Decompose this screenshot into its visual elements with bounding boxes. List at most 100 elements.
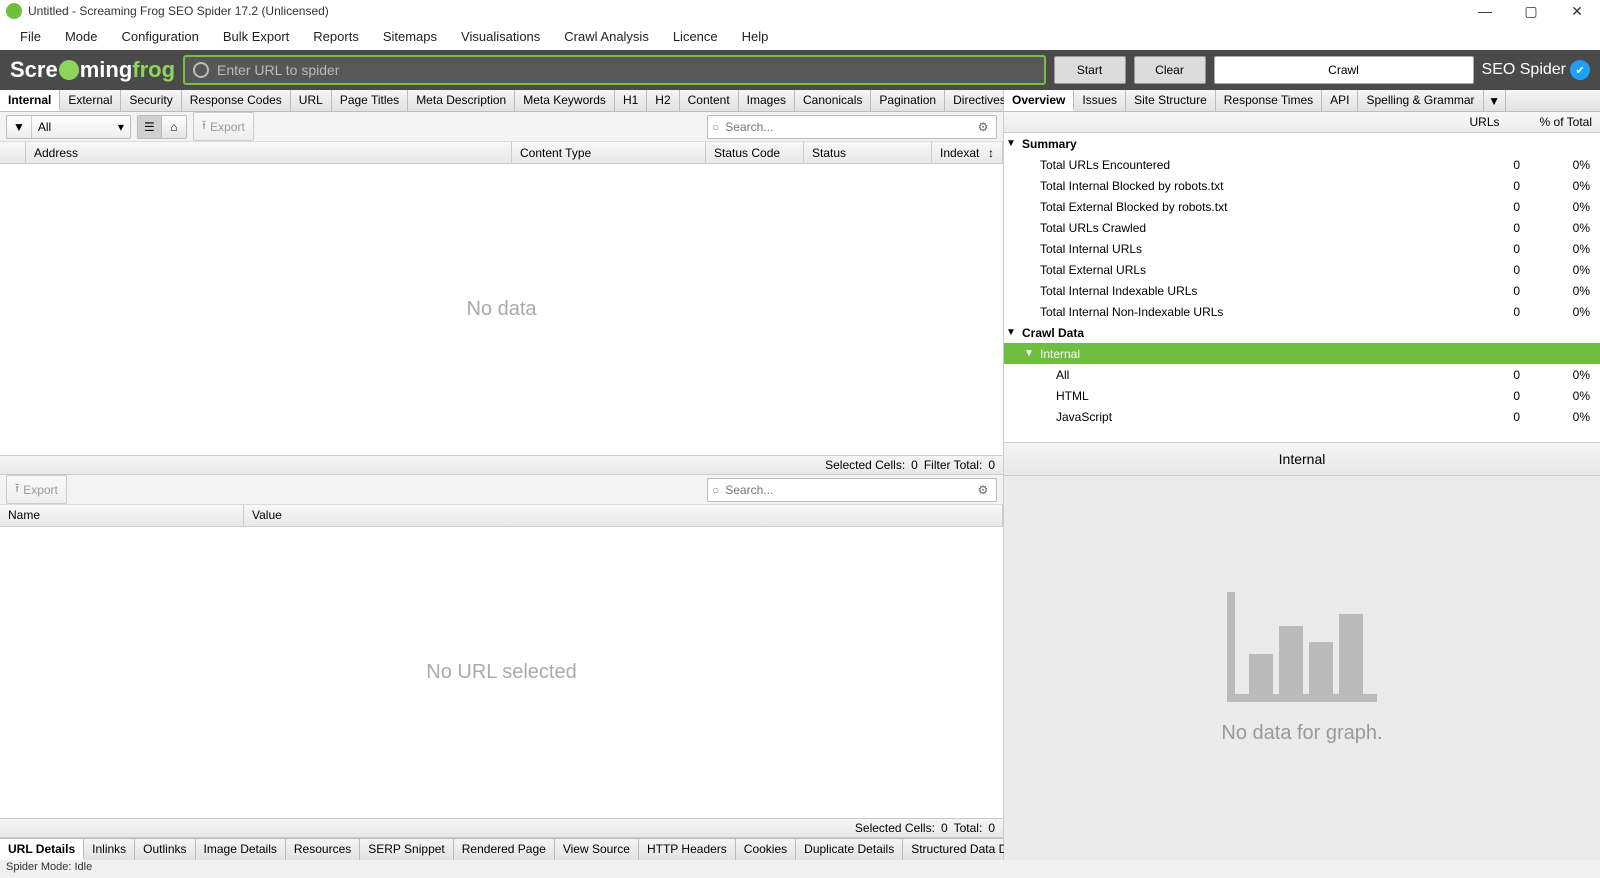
sort-icon: ↕ xyxy=(988,146,994,160)
url-input-box[interactable] xyxy=(183,55,1045,85)
export-icon: ⭱ xyxy=(202,116,206,137)
btab-image-details[interactable]: Image Details xyxy=(196,839,286,860)
main-table-body: No data xyxy=(0,164,1003,455)
twitter-icon[interactable]: ✔ xyxy=(1570,60,1590,80)
btab-duplicate-details[interactable]: Duplicate Details xyxy=(796,839,903,860)
tree-row[interactable]: Total External Blocked by robots.txt00% xyxy=(1004,196,1600,217)
menu-mode[interactable]: Mode xyxy=(53,25,110,48)
lower-statusline: Selected Cells:0 Total:0 xyxy=(0,818,1003,838)
main-statusline: Selected Cells:0 Filter Total:0 xyxy=(0,455,1003,475)
main-tabs: Internal External Security Response Code… xyxy=(0,90,1003,112)
tab-images[interactable]: Images xyxy=(739,90,795,111)
lower-filter-bar: ⭱ Export ○ ⚙ xyxy=(0,475,1003,505)
list-view-button[interactable]: ☰ xyxy=(138,116,162,138)
statusbar: Spider Mode: Idle xyxy=(0,860,1600,878)
clear-button[interactable]: Clear xyxy=(1134,56,1206,84)
tree-row[interactable]: Total Internal Indexable URLs00% xyxy=(1004,280,1600,301)
rtab-site-structure[interactable]: Site Structure xyxy=(1126,90,1216,111)
menu-file[interactable]: File xyxy=(8,25,53,48)
rtab-overflow[interactable]: ▼ xyxy=(1484,90,1506,111)
tab-h2[interactable]: H2 xyxy=(647,90,679,111)
rtab-spelling[interactable]: Spelling & Grammar xyxy=(1358,90,1483,111)
btab-view-source[interactable]: View Source xyxy=(555,839,639,860)
tab-pagination[interactable]: Pagination xyxy=(871,90,945,111)
tree-view-button[interactable]: ⌂ xyxy=(162,116,186,138)
lower-search-input[interactable] xyxy=(721,483,974,497)
tree-row[interactable]: ▼Crawl Data xyxy=(1004,322,1600,343)
start-button[interactable]: Start xyxy=(1054,56,1126,84)
menu-help[interactable]: Help xyxy=(730,25,781,48)
btab-resources[interactable]: Resources xyxy=(286,839,360,860)
col-status[interactable]: Status xyxy=(804,142,932,163)
search-box[interactable]: ○ ⚙ xyxy=(707,115,997,139)
rtab-api[interactable]: API xyxy=(1322,90,1358,111)
col-indexability[interactable]: Indexat↕ xyxy=(932,142,1003,163)
btab-rendered-page[interactable]: Rendered Page xyxy=(454,839,555,860)
tab-meta-description[interactable]: Meta Description xyxy=(408,90,515,111)
btab-cookies[interactable]: Cookies xyxy=(736,839,796,860)
tab-external[interactable]: External xyxy=(60,90,121,111)
menu-configuration[interactable]: Configuration xyxy=(109,25,210,48)
col-address[interactable]: Address xyxy=(26,142,512,163)
tab-content[interactable]: Content xyxy=(680,90,739,111)
btab-http-headers[interactable]: HTTP Headers xyxy=(639,839,736,860)
crawl-dropdown[interactable]: Crawl xyxy=(1214,56,1474,84)
menu-reports[interactable]: Reports xyxy=(301,25,371,48)
col-content-type[interactable]: Content Type xyxy=(512,142,706,163)
minimize-button[interactable]: — xyxy=(1462,0,1508,22)
tab-security[interactable]: Security xyxy=(121,90,181,111)
btab-serp-snippet[interactable]: SERP Snippet xyxy=(360,839,454,860)
search-options-icon[interactable]: ⚙ xyxy=(974,118,992,136)
menu-visualisations[interactable]: Visualisations xyxy=(449,25,552,48)
btab-url-details[interactable]: URL Details xyxy=(0,839,84,860)
menu-crawl-analysis[interactable]: Crawl Analysis xyxy=(552,25,661,48)
tree-row[interactable]: All00% xyxy=(1004,364,1600,385)
tree-row[interactable]: JavaScript00% xyxy=(1004,406,1600,427)
col-index[interactable] xyxy=(0,142,26,163)
export-button[interactable]: ⭱ Export xyxy=(193,112,254,141)
tab-response-codes[interactable]: Response Codes xyxy=(182,90,291,111)
tab-internal[interactable]: Internal xyxy=(0,90,60,111)
rtab-issues[interactable]: Issues xyxy=(1074,90,1126,111)
menu-bulk-export[interactable]: Bulk Export xyxy=(211,25,301,48)
menu-licence[interactable]: Licence xyxy=(661,25,730,48)
tab-page-titles[interactable]: Page Titles xyxy=(332,90,408,111)
tree-row[interactable]: Total Internal Blocked by robots.txt00% xyxy=(1004,175,1600,196)
tree-row[interactable]: ▼Summary xyxy=(1004,133,1600,154)
url-input[interactable] xyxy=(217,62,1035,78)
lower-export-button[interactable]: ⭱ Export xyxy=(6,475,67,504)
col-status-code[interactable]: Status Code xyxy=(706,142,804,163)
tree-row[interactable]: Total URLs Encountered00% xyxy=(1004,154,1600,175)
logo: Scremingfrog xyxy=(10,57,175,83)
btab-outlinks[interactable]: Outlinks xyxy=(135,839,195,860)
filter-icon: ▼ xyxy=(7,116,32,138)
tree-row[interactable]: Total Internal Non-Indexable URLs00% xyxy=(1004,301,1600,322)
tree-row[interactable]: HTML00% xyxy=(1004,385,1600,406)
lower-search-box[interactable]: ○ ⚙ xyxy=(707,478,997,502)
tree-row[interactable]: Total URLs Crawled00% xyxy=(1004,217,1600,238)
search-options-icon[interactable]: ⚙ xyxy=(974,481,992,499)
tree-row[interactable]: Total External URLs00% xyxy=(1004,259,1600,280)
col-value[interactable]: Value xyxy=(244,505,1003,526)
close-button[interactable]: ✕ xyxy=(1554,0,1600,22)
overview-tree[interactable]: ▼SummaryTotal URLs Encountered00%Total I… xyxy=(1004,133,1600,443)
search-input[interactable] xyxy=(721,120,974,134)
filter-bar: ▼ All ▾ ☰ ⌂ ⭱ Export ○ ⚙ xyxy=(0,112,1003,142)
menubar: File Mode Configuration Bulk Export Repo… xyxy=(0,22,1600,50)
col-name[interactable]: Name xyxy=(0,505,244,526)
rtab-response-times[interactable]: Response Times xyxy=(1216,90,1322,111)
tree-row[interactable]: ▼Internal xyxy=(1004,343,1600,364)
filter-selector[interactable]: ▼ All ▾ xyxy=(6,115,131,139)
globe-icon xyxy=(193,62,209,78)
tab-url[interactable]: URL xyxy=(291,90,332,111)
tab-canonicals[interactable]: Canonicals xyxy=(795,90,871,111)
btab-inlinks[interactable]: Inlinks xyxy=(84,839,135,860)
menu-sitemaps[interactable]: Sitemaps xyxy=(371,25,449,48)
tab-h1[interactable]: H1 xyxy=(615,90,647,111)
rtab-overview[interactable]: Overview xyxy=(1004,90,1074,111)
tab-meta-keywords[interactable]: Meta Keywords xyxy=(515,90,615,111)
barchart-icon xyxy=(1227,592,1377,702)
tree-row[interactable]: Total Internal URLs00% xyxy=(1004,238,1600,259)
maximize-button[interactable]: ▢ xyxy=(1508,0,1554,22)
lower-table-body: No URL selected xyxy=(0,527,1003,818)
